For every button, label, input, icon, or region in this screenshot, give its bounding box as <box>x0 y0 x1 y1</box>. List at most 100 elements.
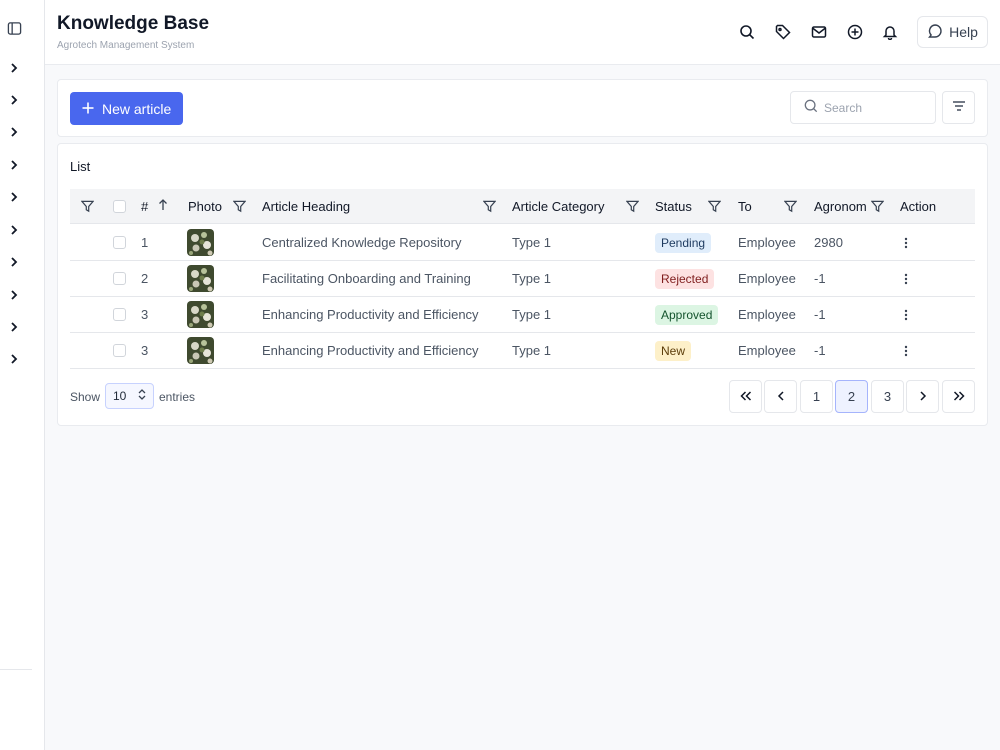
filter-icon[interactable] <box>625 199 639 213</box>
chevron-right-icon[interactable] <box>6 124 22 140</box>
article-photo <box>187 265 214 292</box>
recipient: Employee <box>738 343 796 358</box>
tag-icon[interactable] <box>774 23 792 41</box>
first-page-button[interactable] <box>729 380 762 413</box>
plus-icon <box>82 101 94 117</box>
help-label: Help <box>949 24 978 40</box>
filter-icon[interactable] <box>80 199 94 213</box>
sort-arrow-up-icon[interactable] <box>158 199 168 214</box>
article-heading[interactable]: Centralized Knowledge Repository <box>262 225 461 260</box>
bell-icon[interactable] <box>881 23 899 41</box>
column-header-agronom: Agronom <box>814 199 867 214</box>
search-icon[interactable] <box>738 23 756 41</box>
agronom-value: -1 <box>814 271 826 286</box>
next-page-button[interactable] <box>906 380 939 413</box>
search-icon <box>804 99 818 116</box>
sidebar-toggle-icon[interactable] <box>6 20 22 36</box>
column-header-number[interactable]: # <box>141 189 168 224</box>
page-2-button-current[interactable]: 2 <box>835 380 868 413</box>
table-row[interactable]: 2 Facilitating Onboarding and Training Typ… <box>70 261 975 297</box>
table-header: # Photo Article Heading Article Category… <box>70 189 975 224</box>
select-all-checkbox[interactable] <box>113 200 126 213</box>
show-label: Show <box>70 390 101 404</box>
article-heading[interactable]: Facilitating Onboarding and Training <box>262 261 471 296</box>
list-title: List <box>70 159 91 174</box>
previous-page-button[interactable] <box>764 380 797 413</box>
chevron-right-icon[interactable] <box>6 319 22 335</box>
chevron-right-icon[interactable] <box>6 222 22 238</box>
page-3-button[interactable]: 3 <box>871 380 904 413</box>
search-input[interactable]: Search <box>790 91 936 124</box>
row-number: 1 <box>141 235 149 250</box>
chevron-up-down-icon <box>138 389 146 403</box>
page-header: Knowledge Base Agrotech Management Syste… <box>45 0 1000 65</box>
chevron-right-icon[interactable] <box>6 60 22 76</box>
article-photo <box>187 301 214 328</box>
page-subtitle: Agrotech Management System <box>57 40 195 51</box>
table-row[interactable]: 3 Enhancing Productivity and Efficiency Ty… <box>70 297 975 333</box>
filter-icon[interactable] <box>482 199 496 213</box>
row-checkbox[interactable] <box>113 272 126 285</box>
chevron-right-icon[interactable] <box>6 351 22 367</box>
article-heading[interactable]: Enhancing Productivity and Efficiency <box>262 297 479 332</box>
filter-icon[interactable] <box>232 199 246 213</box>
more-vertical-icon[interactable] <box>901 345 911 357</box>
agronom-value: 2980 <box>814 235 843 250</box>
agronom-value: -1 <box>814 343 826 358</box>
filter-lines-icon <box>952 99 966 117</box>
entries-label: entries <box>159 390 196 404</box>
new-article-button[interactable]: New article <box>70 92 183 125</box>
sidebar-divider <box>0 669 32 670</box>
chevron-right-icon[interactable] <box>6 92 22 108</box>
column-header-article-category: Article Category <box>512 199 605 214</box>
toolbar: New article Search <box>57 79 988 137</box>
recipient: Employee <box>738 307 796 322</box>
entries-value: 10 <box>113 389 127 403</box>
status-badge: Pending <box>655 232 712 253</box>
agronom-value: -1 <box>814 307 826 322</box>
column-header-photo: Photo <box>188 199 222 214</box>
status-badge: Rejected <box>655 268 715 289</box>
chevron-right-icon[interactable] <box>6 287 22 303</box>
row-checkbox[interactable] <box>113 308 126 321</box>
page-title: Knowledge Base <box>57 13 210 34</box>
recipient: Employee <box>738 235 796 250</box>
column-header-to: To <box>738 199 752 214</box>
article-category: Type 1 <box>512 343 552 358</box>
help-button[interactable]: Help <box>917 16 988 48</box>
entries-per-page-select[interactable]: 10 <box>105 383 154 409</box>
page-1-button[interactable]: 1 <box>800 380 833 413</box>
chevron-right-icon <box>919 389 927 404</box>
filter-icon[interactable] <box>783 199 797 213</box>
mail-icon[interactable] <box>810 23 828 41</box>
chevron-right-icon[interactable] <box>6 157 22 173</box>
filter-icon[interactable] <box>870 199 884 213</box>
article-category: Type 1 <box>512 271 552 286</box>
filter-icon[interactable] <box>707 199 721 213</box>
more-vertical-icon[interactable] <box>901 237 911 249</box>
status-badge: Approved <box>655 304 719 325</box>
chat-bubble-icon <box>927 23 943 42</box>
chevrons-right-icon <box>953 389 965 404</box>
row-checkbox[interactable] <box>113 236 126 249</box>
add-circle-icon[interactable] <box>846 23 864 41</box>
row-number: 3 <box>141 307 149 322</box>
article-category: Type 1 <box>512 307 552 322</box>
table-row[interactable]: 1 Centralized Knowledge Repository Type 1 P… <box>70 225 975 261</box>
chevron-right-icon[interactable] <box>6 189 22 205</box>
recipient: Employee <box>738 271 796 286</box>
more-vertical-icon[interactable] <box>901 273 911 285</box>
table-row[interactable]: 3 Enhancing Productivity and Efficiency Ty… <box>70 333 975 369</box>
article-category: Type 1 <box>512 235 552 250</box>
column-header-article-heading: Article Heading <box>262 199 351 214</box>
search-placeholder: Search <box>824 100 863 115</box>
column-header-status: Status <box>655 199 692 214</box>
new-article-label: New article <box>102 100 172 117</box>
filter-lines-button[interactable] <box>942 91 975 124</box>
more-vertical-icon[interactable] <box>901 309 911 321</box>
article-heading[interactable]: Enhancing Productivity and Efficiency <box>262 333 479 368</box>
row-checkbox[interactable] <box>113 344 126 357</box>
last-page-button[interactable] <box>942 380 975 413</box>
article-photo <box>187 229 214 256</box>
chevron-right-icon[interactable] <box>6 254 22 270</box>
